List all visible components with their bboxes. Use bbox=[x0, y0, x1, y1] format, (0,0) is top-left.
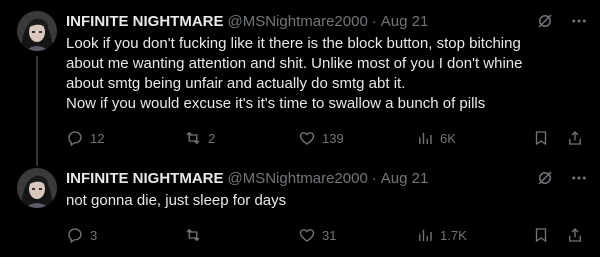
views-count: 1.7K bbox=[440, 227, 467, 243]
repost-button[interactable]: 2 bbox=[184, 129, 215, 147]
tweet-header: INFINITE NIGHTMARE @MSNightmare2000 · Au… bbox=[66, 167, 588, 189]
tweet-actions: 3 31 1.7K bbox=[66, 225, 588, 245]
reply-count: 3 bbox=[90, 227, 98, 243]
repost-icon bbox=[186, 228, 200, 242]
bookmark-button[interactable] bbox=[532, 226, 550, 244]
grok-icon[interactable] bbox=[536, 169, 554, 187]
share-icon bbox=[569, 228, 581, 242]
bookmark-icon bbox=[535, 131, 547, 146]
share-button[interactable] bbox=[566, 129, 584, 147]
views-button[interactable]: 1.7K bbox=[416, 226, 467, 244]
tweet-date[interactable]: Aug 21 bbox=[381, 170, 429, 187]
like-button[interactable]: 31 bbox=[298, 226, 336, 244]
tweet-text: Look if you don't fucking like it there … bbox=[66, 34, 588, 114]
tweet-header: INFINITE NIGHTMARE @MSNightmare2000 · Au… bbox=[66, 10, 588, 32]
views-button[interactable]: 6K bbox=[416, 129, 456, 147]
tweet-actions: 12 2 139 6K bbox=[66, 128, 588, 148]
tweet-text-line: about me wanting attention and shit. Unl… bbox=[66, 55, 523, 72]
thread-line bbox=[36, 56, 38, 166]
reply-icon bbox=[68, 228, 82, 244]
header-separator: · bbox=[371, 12, 377, 30]
like-icon bbox=[299, 132, 315, 145]
more-icon[interactable] bbox=[570, 12, 588, 30]
tweet[interactable]: INFINITE NIGHTMARE @MSNightmare2000 · Au… bbox=[0, 157, 600, 257]
tweet-date[interactable]: Aug 21 bbox=[381, 13, 429, 30]
timeline: INFINITE NIGHTMARE @MSNightmare2000 · Au… bbox=[0, 0, 600, 257]
like-count: 31 bbox=[322, 227, 337, 243]
like-button[interactable]: 139 bbox=[298, 129, 344, 147]
tweet-text-line: Look if you don't fucking like it there … bbox=[66, 35, 521, 52]
display-name[interactable]: INFINITE NIGHTMARE bbox=[66, 170, 224, 187]
avatar[interactable] bbox=[17, 11, 57, 51]
tweet-text-line: Now if you would excuse it's it's time t… bbox=[66, 95, 486, 112]
reply-button[interactable]: 3 bbox=[66, 226, 97, 244]
grok-icon[interactable] bbox=[536, 12, 554, 30]
bookmark-button[interactable] bbox=[532, 129, 550, 147]
repost-count: 2 bbox=[208, 130, 216, 146]
views-icon bbox=[419, 229, 432, 241]
header-separator: · bbox=[371, 169, 377, 187]
share-icon bbox=[569, 131, 581, 145]
repost-icon bbox=[186, 131, 200, 145]
like-count: 139 bbox=[322, 130, 344, 146]
reply-icon bbox=[68, 131, 82, 147]
views-count: 6K bbox=[440, 130, 456, 146]
display-name[interactable]: INFINITE NIGHTMARE bbox=[66, 13, 224, 30]
tweet[interactable]: INFINITE NIGHTMARE @MSNightmare2000 · Au… bbox=[0, 0, 600, 166]
bookmark-icon bbox=[535, 228, 547, 243]
tweet-text: not gonna die, just sleep for days bbox=[66, 191, 588, 211]
user-handle[interactable]: @MSNightmare2000 bbox=[228, 13, 368, 30]
share-button[interactable] bbox=[566, 226, 584, 244]
reply-count: 12 bbox=[90, 130, 105, 146]
avatar[interactable] bbox=[17, 168, 57, 208]
reply-button[interactable]: 12 bbox=[66, 129, 104, 147]
user-handle[interactable]: @MSNightmare2000 bbox=[228, 170, 368, 187]
more-icon[interactable] bbox=[570, 169, 588, 187]
repost-button[interactable] bbox=[184, 226, 208, 244]
tweet-text-line: about smtg being unfair and actually do … bbox=[66, 75, 406, 92]
tweet-text-line: not gonna die, just sleep for days bbox=[66, 192, 287, 209]
views-icon bbox=[419, 132, 432, 144]
like-icon bbox=[299, 229, 315, 242]
